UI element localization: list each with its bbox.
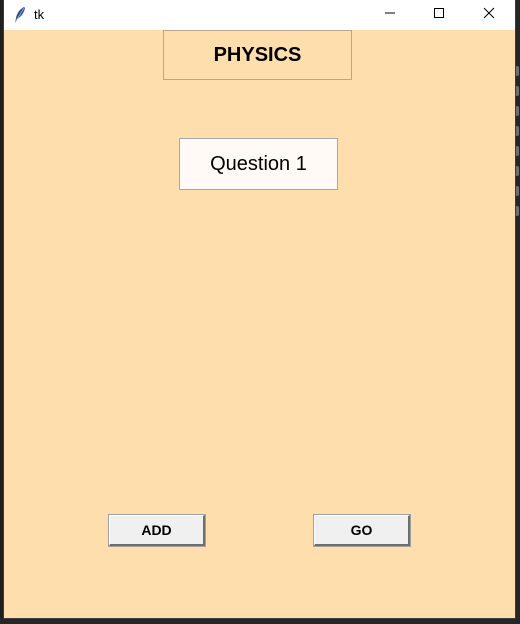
background-taskbar-edge [0,618,520,624]
go-button[interactable]: GO [313,514,411,547]
app-window: tk PHYSICS Question 1 ADD GO [4,0,515,618]
title-bar[interactable]: tk [4,0,515,30]
background-mark [515,106,519,116]
background-mark [515,146,519,156]
background-mark [515,206,519,216]
close-icon [483,6,495,24]
maximize-button[interactable] [416,0,462,30]
subject-label: PHYSICS [163,30,352,80]
maximize-icon [433,6,445,24]
add-button[interactable]: ADD [108,514,206,547]
window-title: tk [34,7,45,22]
background-mark [515,126,519,136]
close-button[interactable] [466,0,512,30]
feather-icon [12,6,28,24]
main-content: PHYSICS Question 1 ADD GO [4,30,515,618]
background-mark [515,86,519,96]
minimize-icon [384,6,396,24]
question-1-button[interactable]: Question 1 [179,138,338,190]
background-mark [515,66,519,76]
background-mark [515,186,519,196]
minimize-button[interactable] [367,0,413,30]
background-mark [515,166,519,176]
